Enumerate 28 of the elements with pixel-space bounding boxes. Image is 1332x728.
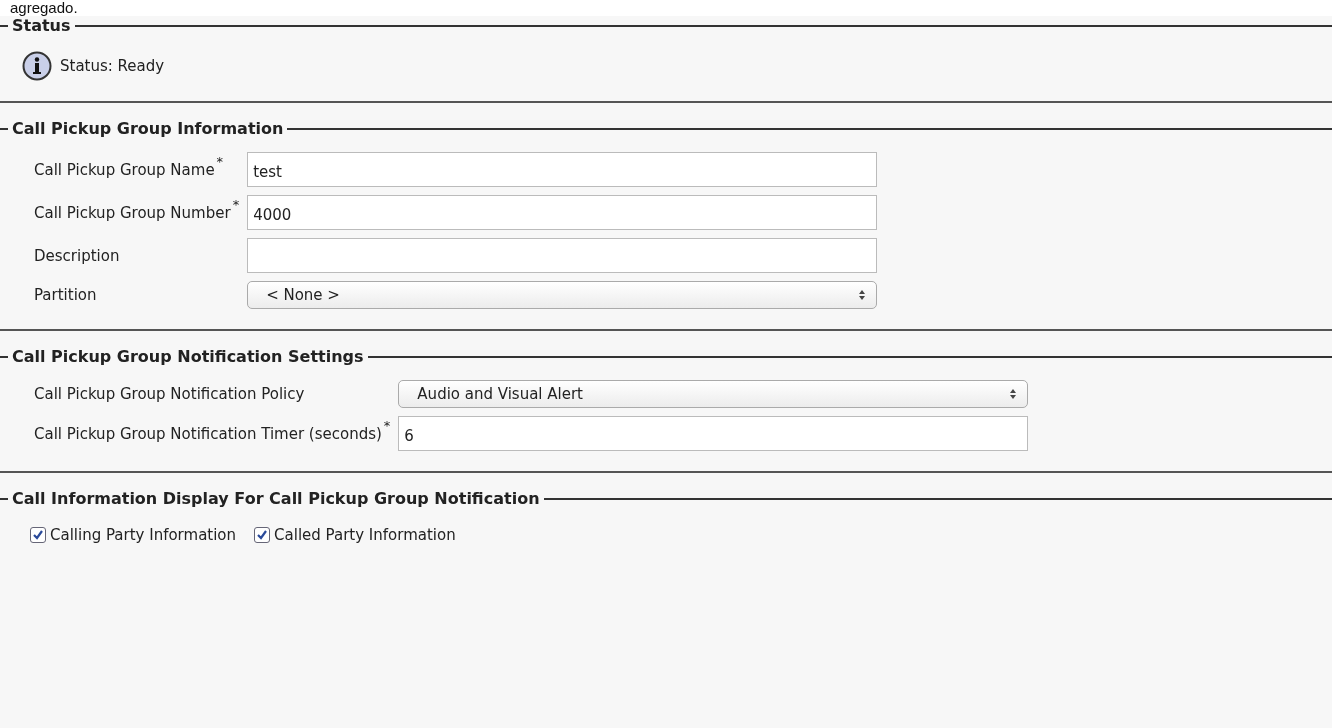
section-title: Call Information Display For Call Pickup Group Notification (12, 489, 540, 508)
checkbox-label[interactable]: Called Party Information (274, 526, 456, 544)
caption-text: agregado. (0, 0, 1332, 16)
input-field[interactable]: test (247, 152, 878, 187)
input-field[interactable]: 4000 (247, 195, 878, 230)
checkbox[interactable] (254, 527, 271, 543)
required-mark: * (216, 156, 224, 167)
updown-arrow-icon (858, 289, 867, 301)
input-field[interactable] (247, 238, 878, 273)
required-mark: * (232, 199, 240, 210)
section-title: Status (12, 16, 71, 35)
field-label: Partition (34, 286, 97, 304)
input-field[interactable]: 6 (398, 416, 1029, 451)
section-title: Call Pickup Group Notification Settings (12, 347, 364, 366)
dropdown[interactable]: < None > (247, 281, 878, 309)
field-label: Description (34, 246, 120, 265)
checkbox-label[interactable]: Calling Party Information (50, 526, 237, 544)
info-icon (22, 51, 52, 81)
checkbox[interactable] (30, 527, 46, 543)
field-label: Call Pickup Group Notification Policy (34, 385, 305, 403)
dropdown[interactable]: Audio and Visual Alert (398, 380, 1029, 408)
field-label: Call Pickup Group Name (34, 160, 215, 179)
field-label: Call Pickup Group Notification Timer (seconds) (34, 424, 382, 443)
updown-arrow-icon (1009, 388, 1018, 400)
section-title: Call Pickup Group Information (12, 119, 284, 138)
status-text: Status: Ready (60, 57, 165, 75)
field-label: Call Pickup Group Number (34, 203, 231, 222)
required-mark: * (383, 420, 391, 431)
